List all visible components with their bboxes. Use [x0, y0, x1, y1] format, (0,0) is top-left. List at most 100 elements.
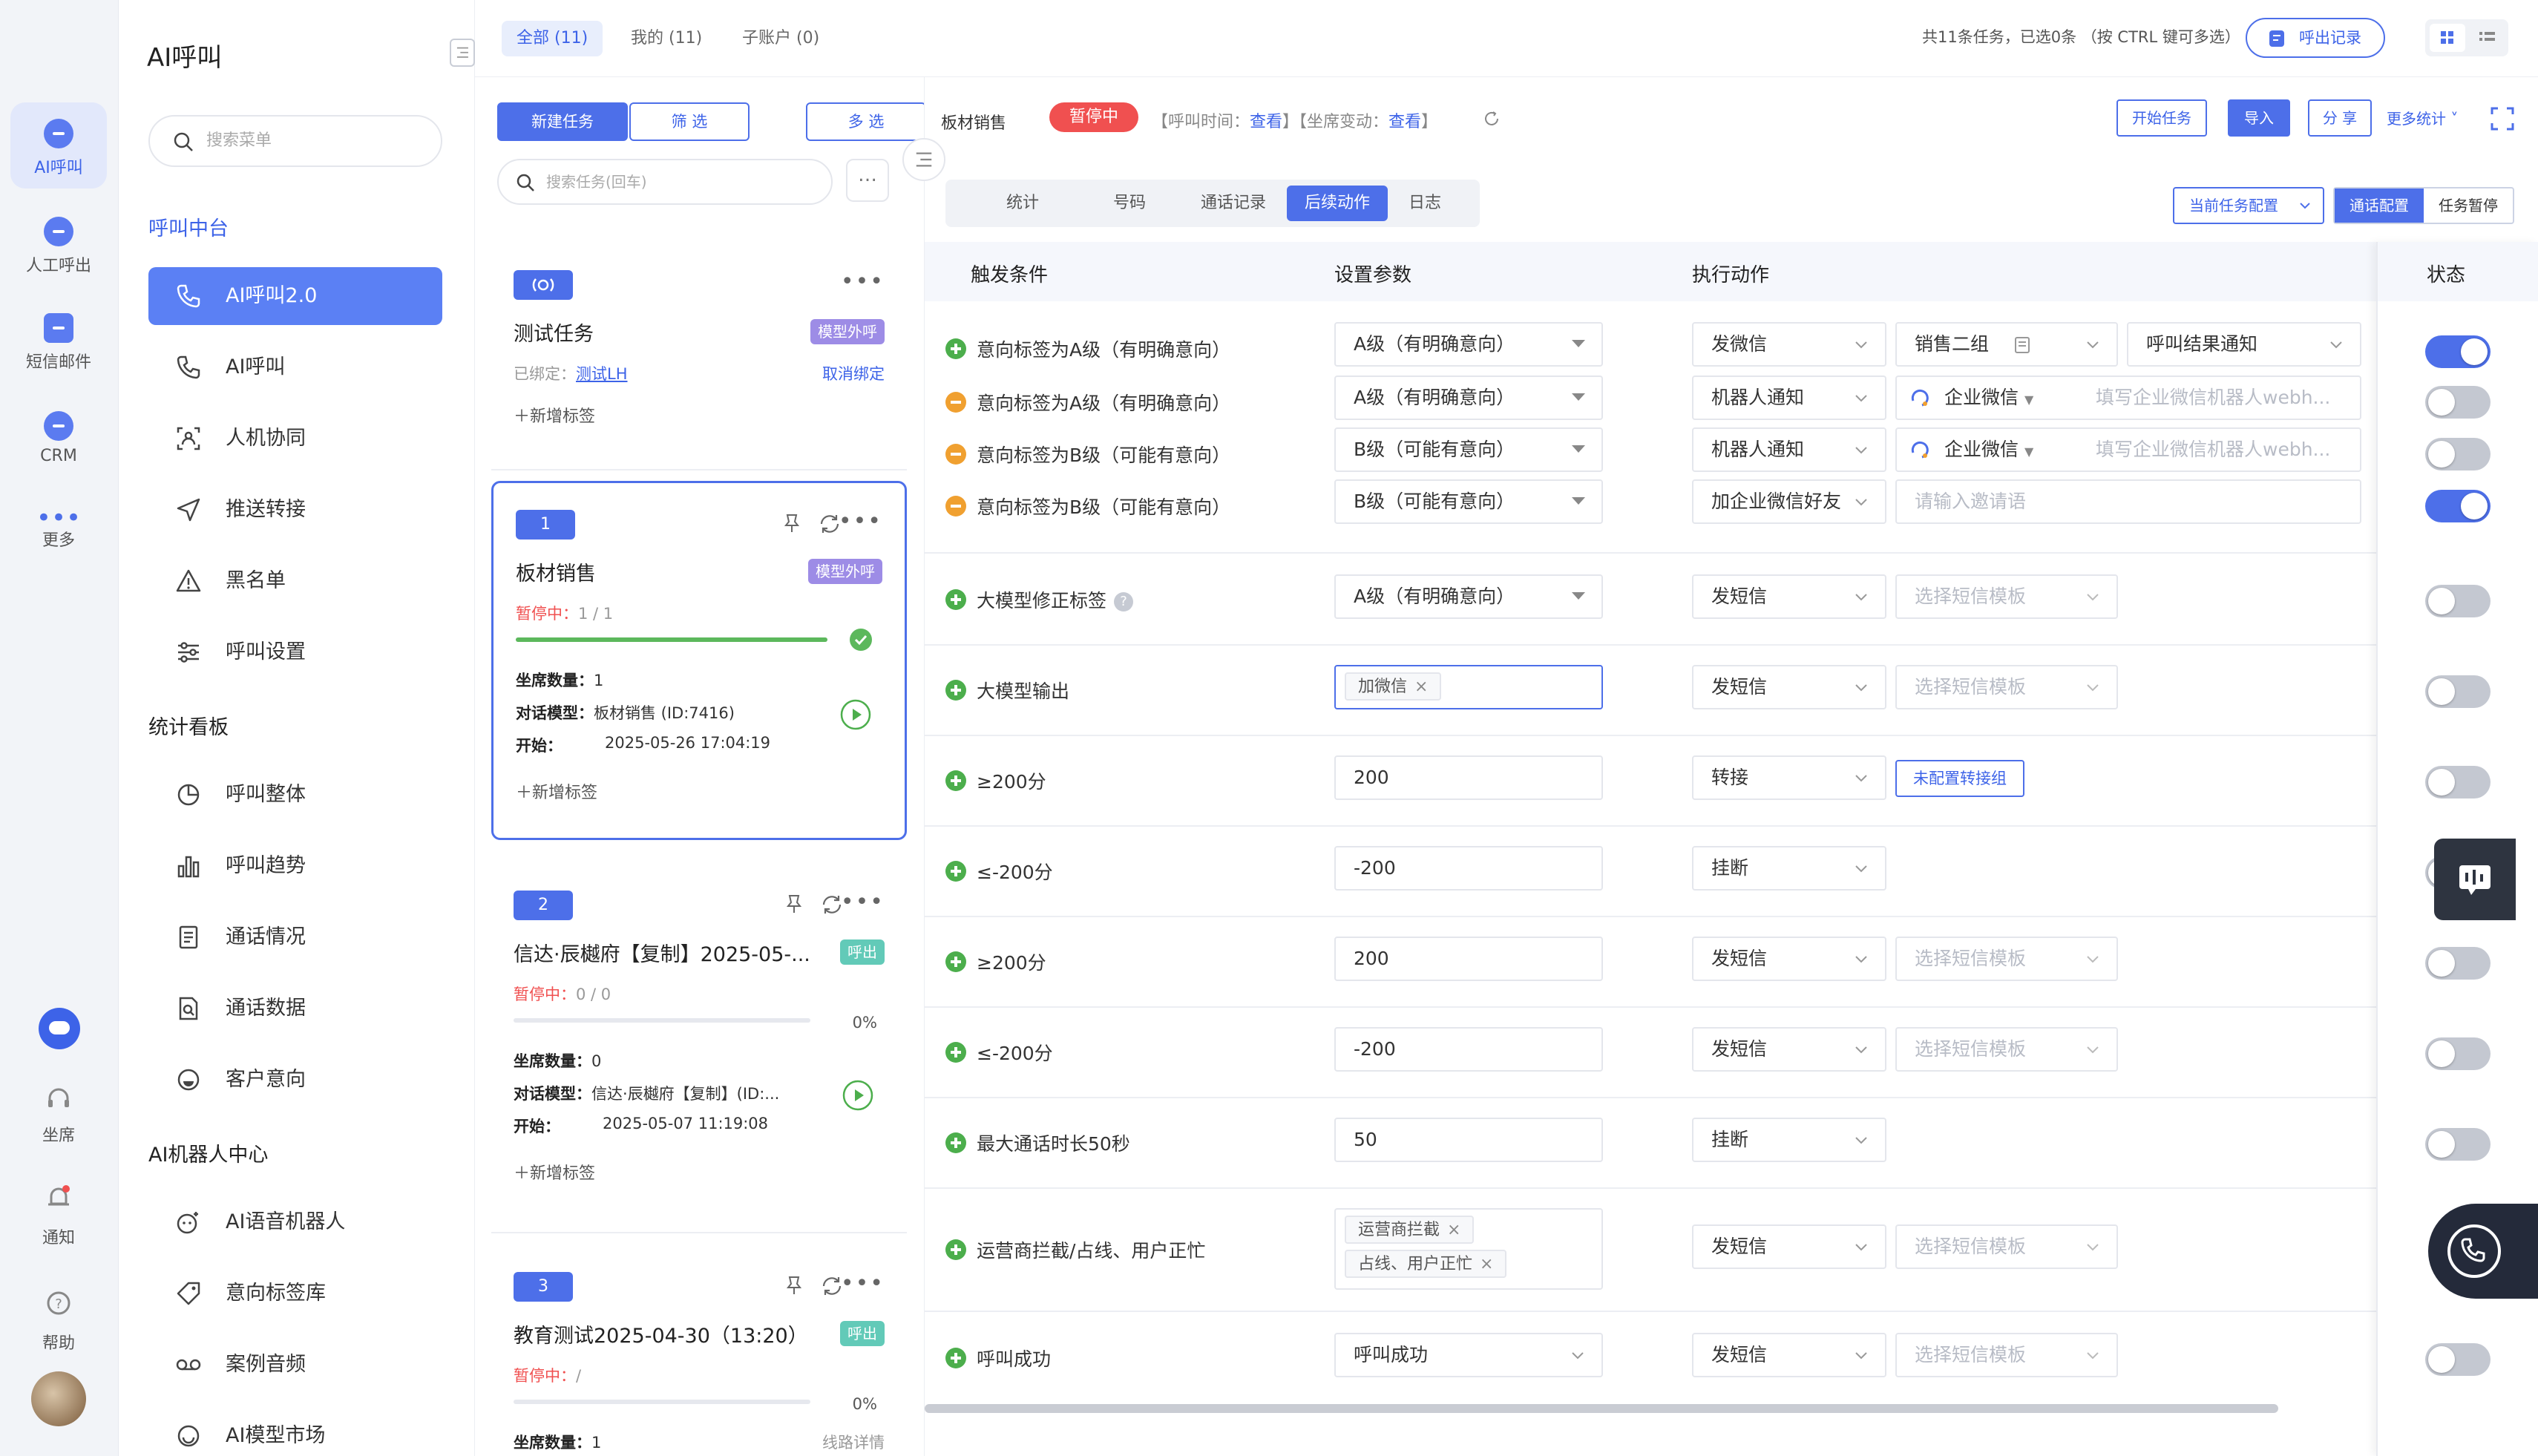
param-select[interactable]: A级（有明确意向）: [1334, 376, 1603, 420]
action-select[interactable]: 挂断: [1692, 1118, 1886, 1162]
add-rule-icon[interactable]: [945, 1348, 966, 1368]
action-select[interactable]: 机器人通知: [1692, 376, 1886, 420]
webhook-input-group[interactable]: 企业微信 ▼ 填写企业微信机器人webh...: [1895, 427, 2361, 472]
fullscreen-icon[interactable]: [2489, 105, 2516, 132]
rule-toggle[interactable]: [2425, 675, 2491, 708]
menu-item-intent[interactable]: 客户意向: [148, 1051, 442, 1109]
close-icon[interactable]: ×: [1480, 1255, 1493, 1273]
rail-item-manual-call[interactable]: 人工呼出: [10, 200, 107, 286]
action-select[interactable]: 发微信: [1692, 322, 1886, 367]
share-button[interactable]: 分 享: [2308, 99, 2372, 137]
horizontal-scrollbar[interactable]: [925, 1404, 2278, 1413]
add-rule-icon[interactable]: [945, 338, 966, 359]
action-select[interactable]: 机器人通知: [1692, 427, 1886, 472]
call-config-tab[interactable]: 通话配置: [2335, 188, 2424, 223]
grid-view-icon[interactable]: [2430, 24, 2465, 52]
assistant-icon[interactable]: [39, 1008, 80, 1049]
view-call-time-link[interactable]: 查看: [1250, 113, 1282, 131]
import-button[interactable]: 导入: [2228, 99, 2290, 137]
card-more-icon[interactable]: •••: [841, 1270, 885, 1296]
tab-sub-accounts[interactable]: 子账户 (0): [727, 21, 834, 56]
action-select[interactable]: 发短信: [1692, 1027, 1886, 1072]
action-select[interactable]: 挂断: [1692, 846, 1886, 891]
add-rule-icon[interactable]: [945, 1042, 966, 1063]
menu-item-call-settings[interactable]: 呼叫设置: [148, 623, 442, 681]
invite-message-input[interactable]: 请输入邀请语: [1895, 479, 2361, 524]
rule-toggle[interactable]: [2425, 766, 2491, 798]
menu-item-call-data[interactable]: 通话数据: [148, 980, 442, 1037]
add-rule-icon[interactable]: [945, 1132, 966, 1153]
subtab-follow-actions[interactable]: 后续动作: [1287, 186, 1388, 221]
feedback-button[interactable]: [2434, 839, 2516, 920]
card-more-icon[interactable]: •••: [839, 508, 882, 534]
task-card[interactable]: 2 ••• 信达·辰樾府【复制】2025-05-... 呼出 暂停中：0 / 0…: [491, 864, 907, 1220]
add-tag-button[interactable]: ＋新增标签: [516, 778, 597, 808]
param-multi-select[interactable]: 运营商拦截 × 占线、用户正忙 ×: [1334, 1208, 1603, 1290]
score-input[interactable]: 200: [1334, 937, 1603, 981]
score-input[interactable]: -200: [1334, 846, 1603, 891]
rail-item-seat[interactable]: 坐席: [10, 1069, 107, 1150]
pin-icon[interactable]: [782, 1273, 806, 1297]
multi-select-button[interactable]: 多 选: [806, 102, 924, 141]
rule-toggle[interactable]: [2425, 335, 2491, 368]
menu-item-model-market[interactable]: AI模型市场: [148, 1407, 442, 1456]
score-input[interactable]: -200: [1334, 1027, 1603, 1072]
pin-icon[interactable]: [782, 892, 806, 916]
subtab-call-records[interactable]: 通话记录: [1183, 186, 1284, 221]
transfer-group-button[interactable]: 未配置转接组: [1895, 760, 2024, 797]
param-select[interactable]: A级（有明确意向）: [1334, 322, 1603, 367]
add-rule-icon[interactable]: [945, 680, 966, 701]
add-rule-icon[interactable]: [945, 770, 966, 791]
add-rule-icon[interactable]: [945, 1239, 966, 1260]
panel-toggle-handle[interactable]: [902, 138, 945, 181]
card-more-icon[interactable]: •••: [841, 889, 885, 915]
play-icon[interactable]: [842, 1079, 874, 1112]
menu-search-input[interactable]: 搜索菜单: [148, 115, 442, 167]
group-select[interactable]: 销售二组: [1895, 322, 2118, 367]
avatar[interactable]: [31, 1371, 86, 1426]
rule-toggle[interactable]: [2425, 947, 2491, 980]
menu-item-case-audio[interactable]: 案例音频: [148, 1336, 442, 1394]
duration-input[interactable]: 50: [1334, 1118, 1603, 1162]
sms-template-select[interactable]: 选择短信模板: [1895, 574, 2118, 619]
menu-item-call-trend[interactable]: 呼叫趋势: [148, 837, 442, 895]
rail-item-more[interactable]: ••• 更多: [10, 493, 107, 579]
filter-button[interactable]: 筛 选: [629, 102, 750, 141]
rule-toggle[interactable]: [2425, 1037, 2491, 1070]
sms-template-select[interactable]: 选择短信模板: [1895, 1333, 2118, 1377]
view-switch[interactable]: [2425, 19, 2508, 56]
rule-toggle[interactable]: [2425, 386, 2491, 419]
menu-item-collab[interactable]: 人机协同: [148, 410, 442, 468]
card-more-icon[interactable]: •••: [841, 269, 885, 295]
menu-item-blacklist[interactable]: 黑名单: [148, 552, 442, 610]
action-select[interactable]: 加企业微信好友: [1692, 479, 1886, 524]
subtab-numbers[interactable]: 号码: [1095, 186, 1164, 221]
action-select[interactable]: 发短信: [1692, 1224, 1886, 1269]
task-config-dropdown[interactable]: 当前任务配置: [2173, 187, 2324, 224]
param-select[interactable]: A级（有明确意向）: [1334, 574, 1603, 619]
softphone-button[interactable]: [2428, 1204, 2538, 1299]
bound-link[interactable]: 测试LH: [576, 365, 628, 383]
action-select[interactable]: 发短信: [1692, 574, 1886, 619]
task-card[interactable]: 3 ••• 教育测试2025-04-30（13:20） 呼出 暂停中：/ 0% …: [491, 1245, 907, 1456]
notify-select[interactable]: 呼叫结果通知: [2127, 322, 2361, 367]
param-select[interactable]: 呼叫成功: [1334, 1333, 1603, 1377]
rule-toggle[interactable]: [2425, 1128, 2491, 1161]
close-icon[interactable]: ×: [1447, 1221, 1460, 1239]
task-card-selected[interactable]: 1 ••• 板材销售 模型外呼 暂停中：1 / 1 坐席数量：1 对话模型：板材…: [491, 481, 907, 840]
start-task-button[interactable]: 开始任务: [2116, 99, 2207, 137]
add-rule-icon[interactable]: [945, 861, 966, 882]
add-tag-button[interactable]: ＋新增标签: [514, 402, 595, 432]
tab-all[interactable]: 全部 (11): [502, 21, 603, 56]
menu-item-push[interactable]: 推送转接: [148, 481, 442, 539]
menu-item-tag-lib[interactable]: 意向标签库: [148, 1265, 442, 1322]
subtab-stats[interactable]: 统计: [988, 186, 1057, 221]
menu-item-ai-call[interactable]: AI呼叫: [148, 338, 442, 396]
action-select[interactable]: 转接: [1692, 755, 1886, 800]
unbind-link[interactable]: 取消绑定: [822, 362, 885, 384]
param-select[interactable]: B级（可能有意向）: [1334, 479, 1603, 524]
list-view-icon[interactable]: [2470, 24, 2504, 52]
menu-item-ai-call-2[interactable]: AI呼叫2.0: [148, 267, 442, 325]
add-rule-icon[interactable]: [945, 589, 966, 610]
remove-rule-icon[interactable]: [945, 392, 966, 413]
